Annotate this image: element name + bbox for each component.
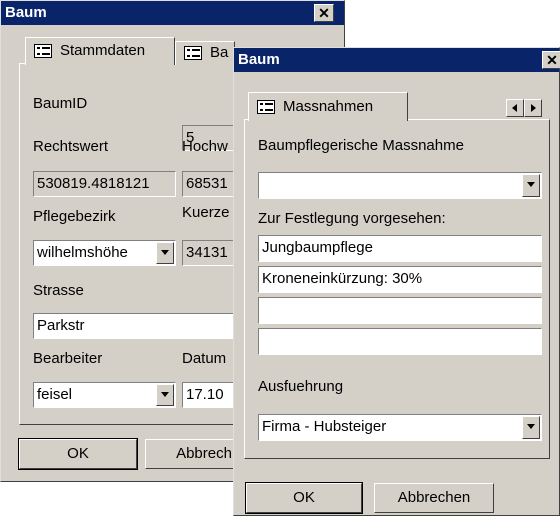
bearbeiter-value: feisel xyxy=(37,386,73,403)
vorgesehen-field-1[interactable]: Jungbaumpflege xyxy=(258,235,542,262)
pflegebezirk-select[interactable]: wilhelmshöhe xyxy=(33,240,176,266)
vorgesehen-field-3[interactable] xyxy=(258,297,542,324)
tab-scroll-right-button[interactable] xyxy=(524,99,542,117)
pflegebezirk-value: wilhelmshöhe xyxy=(37,244,128,261)
ausfuehrung-value: Firma - Hubsteiger xyxy=(262,418,387,435)
front-dialog-titlebar[interactable]: Baum xyxy=(234,48,559,72)
strasse-field[interactable]: Parkstr xyxy=(33,313,243,339)
ausfuehrung-select[interactable]: Firma - Hubsteiger xyxy=(258,414,542,441)
vorgesehen-field-4[interactable] xyxy=(258,328,542,355)
chevron-down-icon[interactable] xyxy=(522,174,540,197)
massnahme-select[interactable] xyxy=(258,172,542,199)
rechtswert-field[interactable]: 530819.4818121 xyxy=(33,171,176,197)
back-dialog-title: Baum xyxy=(5,4,47,21)
form-tab-icon xyxy=(257,100,275,115)
tab-massnahmen[interactable]: Massnahmen xyxy=(248,92,408,121)
tab-massnahmen-label: Massnahmen xyxy=(283,98,374,115)
bearbeiter-select[interactable]: feisel xyxy=(33,382,176,408)
tab-stammdaten-label: Stammdaten xyxy=(60,42,146,59)
back-ok-button[interactable]: OK xyxy=(18,438,138,470)
label-kuerzel: Kuerze xyxy=(182,204,230,221)
label-massnahme: Baumpflegerische Massnahme xyxy=(258,137,464,154)
form-tab-icon xyxy=(184,46,202,61)
label-pflegebezirk: Pflegebezirk xyxy=(33,208,116,225)
form-tab-icon xyxy=(34,44,52,59)
label-rechtswert: Rechtswert xyxy=(33,138,109,155)
front-dialog-title: Baum xyxy=(238,51,280,68)
label-datum: Datum xyxy=(182,350,227,367)
vorgesehen-field-2[interactable]: Kroneneinkürzung: 30% xyxy=(258,266,542,293)
front-dialog-window: Baum ✕ Massnahmen Baumpflegerische Massn… xyxy=(233,47,560,516)
tab-scroll-left-button[interactable] xyxy=(506,99,524,117)
tab-ba-label: Ba xyxy=(210,44,229,61)
chevron-down-icon[interactable] xyxy=(156,384,174,406)
chevron-down-icon[interactable] xyxy=(522,416,540,439)
label-vorgesehen: Zur Festlegung vorgesehen: xyxy=(258,210,446,227)
front-ok-button[interactable]: OK xyxy=(245,482,363,514)
label-baumid: BaumID xyxy=(33,95,88,112)
back-close-button[interactable]: ✕ xyxy=(314,4,334,22)
label-bearbeiter: Bearbeiter xyxy=(33,350,103,367)
tab-ba[interactable]: Ba xyxy=(175,41,235,65)
tab-stammdaten[interactable]: Stammdaten xyxy=(25,37,175,65)
back-dialog-titlebar[interactable]: Baum xyxy=(1,1,344,25)
front-close-button[interactable]: ✕ xyxy=(542,51,560,69)
label-ausfuehrung: Ausfuehrung xyxy=(258,378,344,395)
label-hochwert: Hochw xyxy=(182,138,228,155)
label-strasse: Strasse xyxy=(33,282,84,299)
front-cancel-button[interactable]: Abbrechen xyxy=(374,483,494,513)
chevron-down-icon[interactable] xyxy=(156,242,174,264)
